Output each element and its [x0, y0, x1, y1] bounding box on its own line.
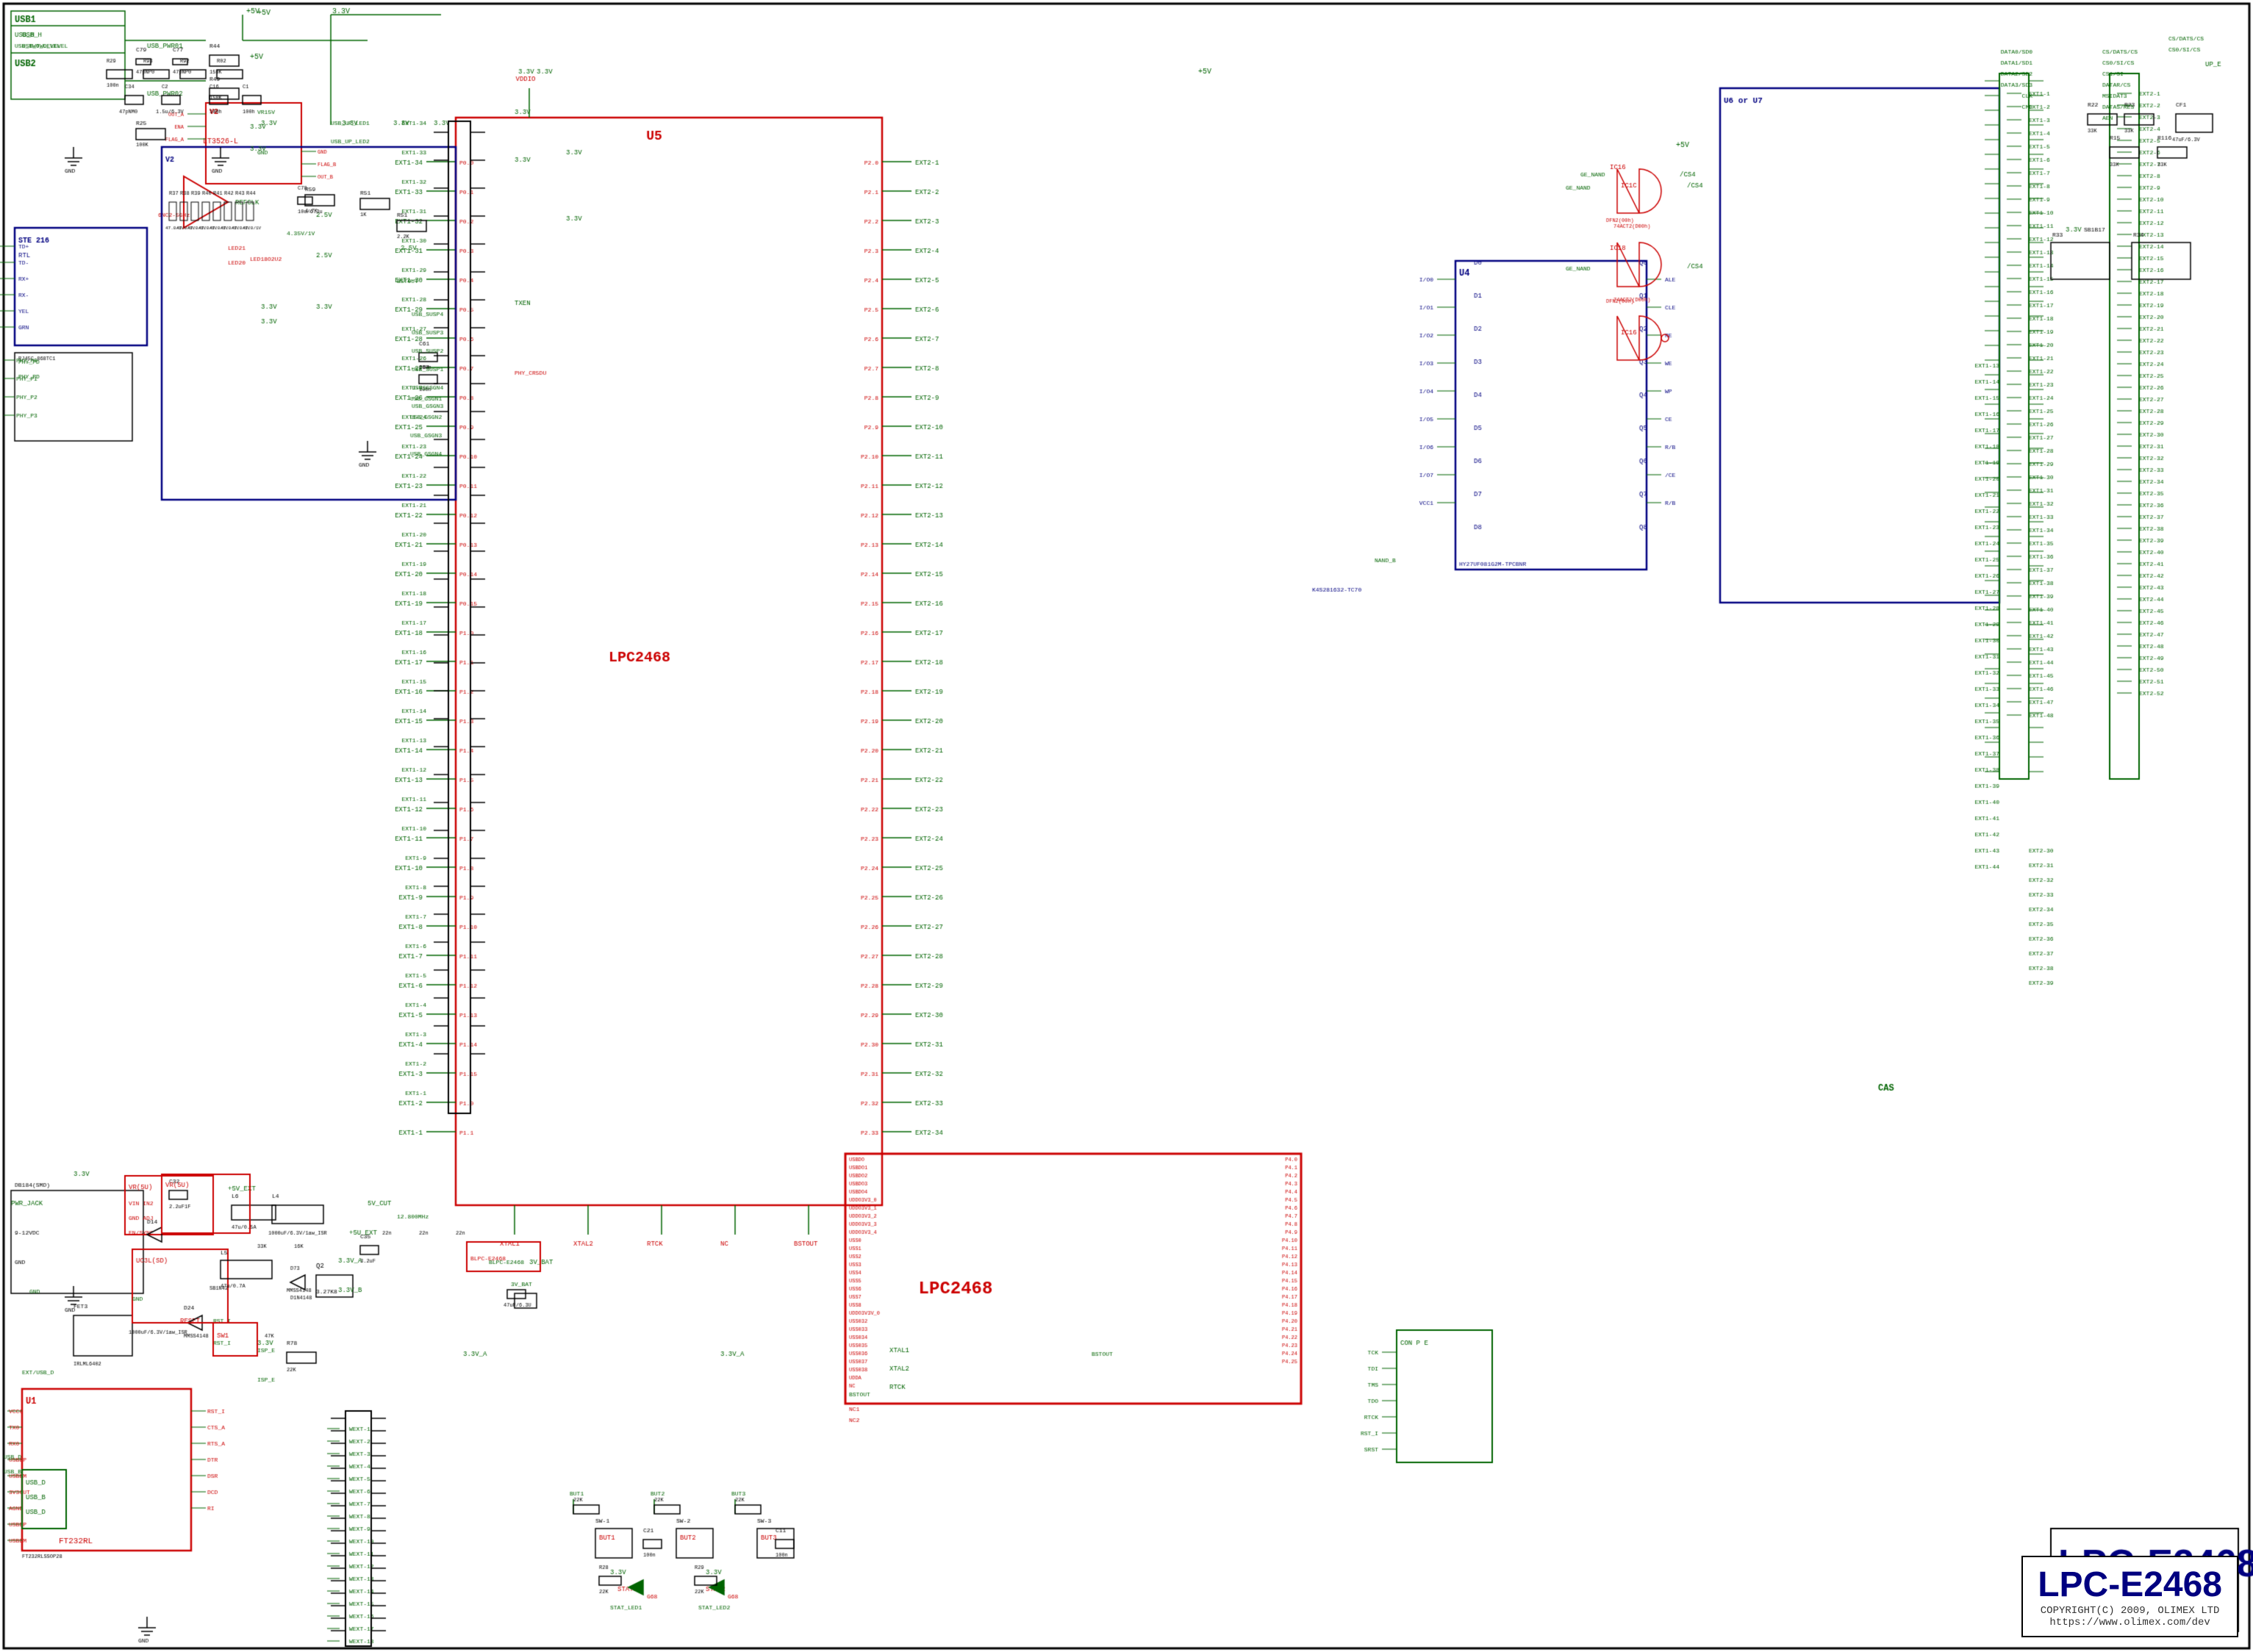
copyright-text: COPYRIGHT(C) 2009, OLIMEX LTD: [2038, 1605, 2222, 1617]
schematic-container: LPC-E2468 COPYRIGHT(C) 2009, OLIMEX LTD …: [0, 0, 2253, 1652]
title-block: LPC-E2468 COPYRIGHT(C) 2009, OLIMEX LTD …: [2021, 1556, 2238, 1637]
chip-title: LPC-E2468: [2038, 1565, 2222, 1605]
website-text: https://www.olimex.com/dev: [2038, 1617, 2222, 1628]
schematic-canvas: [0, 0, 2253, 1652]
